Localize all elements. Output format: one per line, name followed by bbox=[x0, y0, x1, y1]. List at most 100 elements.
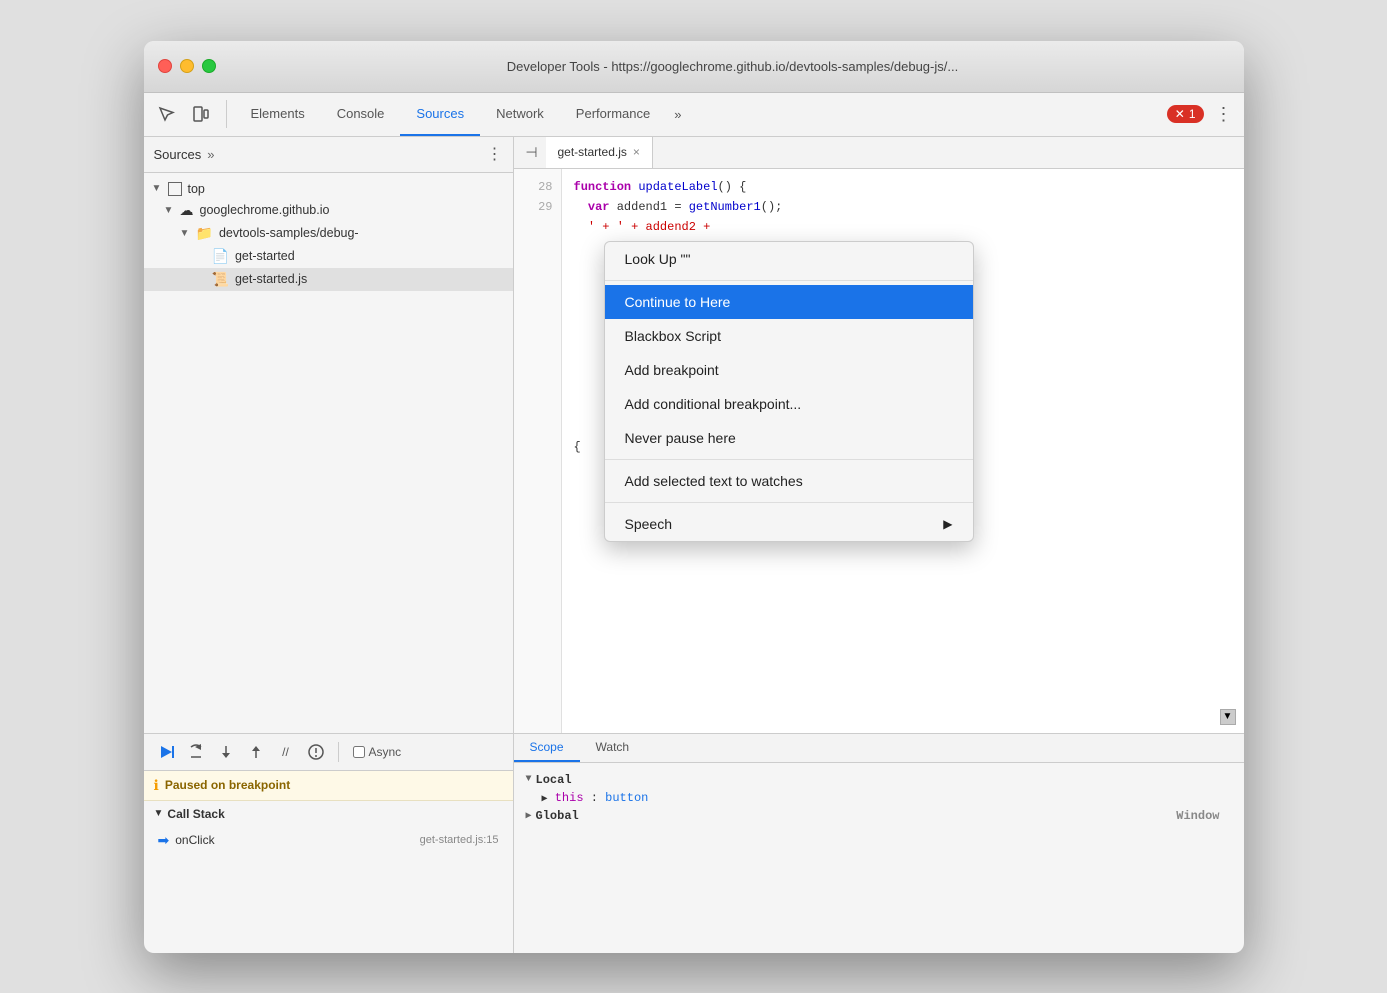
deactivate-breakpoints-button[interactable]: // bbox=[274, 740, 298, 764]
error-count: 1 bbox=[1189, 107, 1196, 121]
pause-on-exceptions-button[interactable] bbox=[304, 740, 328, 764]
traffic-lights bbox=[158, 59, 216, 73]
device-icon[interactable] bbox=[186, 100, 214, 128]
editor-nav-button[interactable]: ⊣ bbox=[518, 138, 546, 166]
scope-this-key: this bbox=[555, 791, 584, 805]
fn-call-1: getNumber1 bbox=[689, 200, 761, 214]
ctx-sep-1 bbox=[605, 280, 973, 281]
callstack-header[interactable]: ▼ Call Stack bbox=[144, 801, 513, 827]
sources-header: Sources » ⋮ bbox=[144, 137, 513, 173]
minimize-button[interactable] bbox=[180, 59, 194, 73]
tree-item-folder[interactable]: ▼ 📁 devtools-samples/debug- bbox=[144, 222, 513, 245]
scope-tab-watch[interactable]: Watch bbox=[580, 734, 646, 762]
toolbar-icons bbox=[152, 100, 227, 128]
ctx-item-look-up[interactable]: Look Up "" bbox=[605, 242, 973, 276]
editor-tab-label: get-started.js bbox=[558, 145, 627, 159]
resume-button[interactable] bbox=[154, 740, 178, 764]
callstack-item-onclick[interactable]: ➡ onClick get-started.js:15 bbox=[144, 827, 513, 854]
keyword-var: var bbox=[588, 200, 610, 214]
editor-area[interactable]: 28 29 function updateLabel() { var adden… bbox=[514, 169, 1244, 733]
code-line-29: var addend1 = getNumber1(); bbox=[574, 197, 1232, 217]
tree-item-get-started-js[interactable]: 📜 get-started.js bbox=[144, 268, 513, 291]
ctx-item-speech[interactable]: Speech ▶ bbox=[605, 507, 973, 541]
paused-text: Paused on breakpoint bbox=[165, 778, 290, 792]
window-title: Developer Tools - https://googlechrome.g… bbox=[236, 59, 1230, 74]
titlebar: Developer Tools - https://googlechrome.g… bbox=[144, 41, 1244, 93]
tree-label-folder: devtools-samples/debug- bbox=[219, 226, 359, 240]
tree-label-get-started: get-started bbox=[235, 249, 295, 263]
scope-colon: : bbox=[591, 791, 605, 805]
tab-console[interactable]: Console bbox=[321, 93, 401, 136]
scope-global-header[interactable]: ▶ Global Window bbox=[526, 807, 1232, 825]
scroll-to-bottom-button[interactable]: ▼ bbox=[1220, 709, 1236, 725]
sources-more-button[interactable]: » bbox=[207, 147, 214, 162]
async-checkbox[interactable]: Async bbox=[353, 745, 402, 759]
left-panel: Sources » ⋮ ▼ top ▼ ☁ googlechrome bbox=[144, 137, 514, 733]
line-num-29: 29 bbox=[514, 197, 561, 217]
debugger-controls: // Async bbox=[144, 734, 513, 771]
code-line-partial: ' + ' + addend2 + bbox=[574, 217, 1232, 237]
async-input[interactable] bbox=[353, 746, 365, 758]
toolbar-right: ✕ 1 ⋮ bbox=[1167, 102, 1236, 126]
ctx-item-add-breakpoint[interactable]: Add breakpoint bbox=[605, 353, 973, 387]
kebab-menu-button[interactable]: ⋮ bbox=[1212, 102, 1236, 126]
callstack-item-arrow: ➡ bbox=[158, 832, 170, 849]
scope-local-arrow: ▼ bbox=[526, 774, 532, 785]
async-label: Async bbox=[369, 745, 402, 759]
scope-tab-scope[interactable]: Scope bbox=[514, 734, 580, 762]
ctx-item-blackbox[interactable]: Blackbox Script bbox=[605, 319, 973, 353]
tree-label-domain: googlechrome.github.io bbox=[200, 203, 330, 217]
inspect-icon[interactable] bbox=[152, 100, 180, 128]
callstack-file-ref: get-started.js:15 bbox=[420, 834, 499, 846]
paused-icon: ℹ bbox=[154, 777, 159, 794]
tree-arrow-domain: ▼ bbox=[164, 205, 176, 216]
folder-icon: 📁 bbox=[196, 225, 213, 242]
line-num-28: 28 bbox=[514, 177, 561, 197]
devtools-body: Sources » ⋮ ▼ top ▼ ☁ googlechrome bbox=[144, 137, 1244, 733]
scope-global-label: Global bbox=[536, 809, 579, 823]
tab-network[interactable]: Network bbox=[480, 93, 560, 136]
close-button[interactable] bbox=[158, 59, 172, 73]
devtools-toolbar: Elements Console Sources Network Perform… bbox=[144, 93, 1244, 137]
tab-performance[interactable]: Performance bbox=[560, 93, 666, 136]
editor-tab-close-button[interactable]: × bbox=[633, 145, 640, 159]
tab-elements[interactable]: Elements bbox=[235, 93, 321, 136]
scope-local-header[interactable]: ▼ Local bbox=[526, 771, 1232, 789]
tab-sources[interactable]: Sources bbox=[400, 93, 480, 136]
sources-menu-button[interactable]: ⋮ bbox=[487, 144, 503, 164]
tree-arrow-top: ▼ bbox=[152, 183, 164, 194]
ctx-speech-label: Speech bbox=[625, 516, 672, 532]
ctx-submenu-arrow: ▶ bbox=[943, 517, 952, 531]
maximize-button[interactable] bbox=[202, 59, 216, 73]
ctx-item-continue-here[interactable]: Continue to Here bbox=[605, 285, 973, 319]
tree-label-get-started-js: get-started.js bbox=[235, 272, 307, 286]
keyword-function: function bbox=[574, 180, 632, 194]
callstack-arrow: ▼ bbox=[154, 808, 164, 819]
step-over-button[interactable] bbox=[184, 740, 208, 764]
scope-this-value: button bbox=[605, 791, 648, 805]
step-into-button[interactable] bbox=[214, 740, 238, 764]
ctx-item-add-watches[interactable]: Add selected text to watches bbox=[605, 464, 973, 498]
scope-this-arrow: ▶ bbox=[542, 794, 548, 805]
bottom-left-panel: // Async ℹ Paused on breakpoint bbox=[144, 734, 514, 953]
editor-tab-get-started-js[interactable]: get-started.js × bbox=[546, 137, 653, 168]
error-x-icon: ✕ bbox=[1175, 107, 1185, 121]
scope-local-label: Local bbox=[536, 773, 572, 787]
tree-item-domain[interactable]: ▼ ☁ googlechrome.github.io bbox=[144, 199, 513, 222]
error-badge[interactable]: ✕ 1 bbox=[1167, 105, 1204, 123]
folder-icon-top bbox=[168, 182, 182, 196]
step-out-button[interactable] bbox=[244, 740, 268, 764]
tree-item-get-started[interactable]: 📄 get-started bbox=[144, 245, 513, 268]
fn-name: updateLabel bbox=[638, 180, 717, 194]
ctx-item-never-pause[interactable]: Never pause here bbox=[605, 421, 973, 455]
tree-item-top[interactable]: ▼ top bbox=[144, 179, 513, 199]
line-numbers: 28 29 bbox=[514, 169, 562, 733]
devtools-window: Elements Console Sources Network Perform… bbox=[144, 93, 1244, 953]
more-tabs-button[interactable]: » bbox=[666, 93, 689, 136]
ctx-item-add-conditional[interactable]: Add conditional breakpoint... bbox=[605, 387, 973, 421]
paused-bar: ℹ Paused on breakpoint bbox=[144, 771, 513, 801]
tree-label-top: top bbox=[188, 182, 205, 196]
bottom-right-panel: Scope Watch ▼ Local ▶ this : b bbox=[514, 734, 1244, 953]
scope-tabs: Scope Watch bbox=[514, 734, 1244, 763]
scope-window-label: Window bbox=[1176, 809, 1231, 823]
